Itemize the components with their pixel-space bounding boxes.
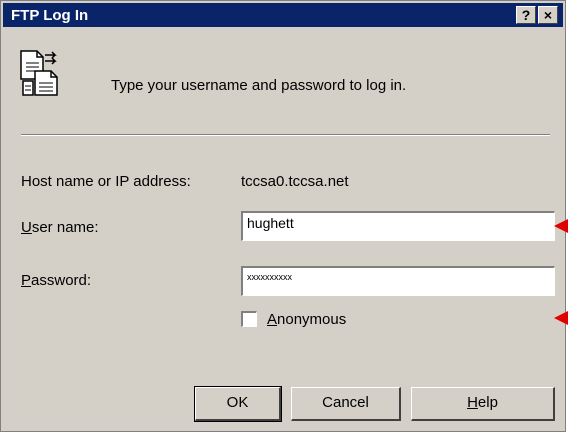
annotation-arrow-username [554,219,568,233]
cancel-button[interactable]: Cancel [291,387,401,421]
username-mnemonic: U [21,219,32,236]
ftp-login-dialog: FTP Log In ? × Type your username and pa… [0,0,566,432]
ok-button[interactable]: OK [194,386,282,422]
host-label: Host name or IP address: [21,173,191,190]
anonymous-label[interactable]: Anonymous [267,311,346,328]
password-field[interactable]: xxxxxxxxxx [241,266,555,296]
close-title-button[interactable]: × [538,6,558,24]
annotation-arrow-anonymous [554,311,568,325]
help-button[interactable]: Help [411,387,555,421]
title-bar[interactable]: FTP Log In ? × [3,3,563,27]
window-title: FTP Log In [11,7,89,24]
password-mnemonic: P [21,272,32,289]
separator [21,134,550,136]
host-value: tccsa0.tccsa.net [241,173,349,190]
anonymous-checkbox[interactable] [241,311,257,327]
username-field[interactable]: hughett [241,211,555,241]
password-label: Password: [21,272,91,289]
help-mnemonic: H [467,394,478,411]
intro-text: Type your username and password to log i… [111,77,407,94]
username-label-text: ser name: [31,219,99,236]
help-icon: ? [521,7,531,23]
anonymous-mnemonic: A [267,311,278,328]
help-button-text: elp [477,394,498,411]
password-label-text: assword: [31,272,92,289]
close-icon: × [543,7,553,23]
ftp-login-icon [20,50,58,96]
help-title-button[interactable]: ? [516,6,536,24]
anonymous-label-text: nonymous [277,311,347,328]
username-label: User name: [21,219,99,236]
